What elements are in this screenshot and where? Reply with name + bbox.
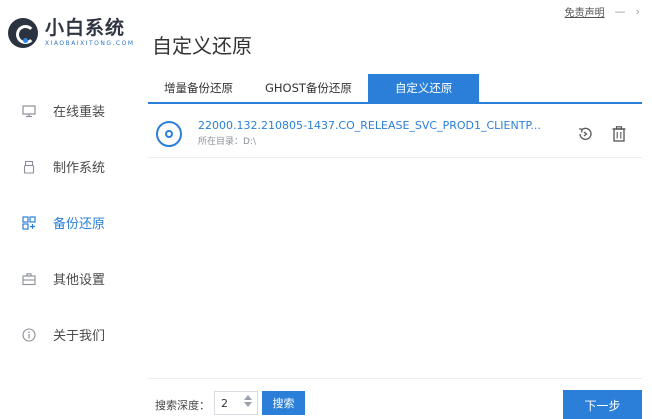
minimize-button[interactable]: — (615, 5, 626, 18)
sidebar-item-online-reinstall[interactable]: 在线重装 (0, 82, 146, 138)
sidebar-item-label: 备份还原 (53, 216, 106, 232)
trash-icon[interactable] (610, 125, 628, 143)
stepper-up-icon[interactable] (244, 395, 252, 400)
search-depth-label: 搜索深度： (155, 399, 210, 412)
tab-ghost-restore[interactable]: GHOST备份还原 (249, 74, 368, 102)
sidebar-nav: 在线重装 制作系统 备份还原 其他设置 关于我们 (0, 82, 146, 362)
next-step-button[interactable]: 下一步 (563, 390, 642, 419)
page-title: 自定义还原 (152, 34, 252, 58)
sidebar-item-label: 制作系统 (53, 160, 106, 176)
sidebar-item-about-us[interactable]: 关于我们 (0, 306, 146, 362)
search-button[interactable]: 搜索 (262, 391, 305, 415)
bottom-bar: 搜索深度： 搜索 下一步 (148, 378, 642, 419)
sidebar: 小白系统 XIAOBAIXITONG.COM 在线重装 制作系统 备份还原 其他… (0, 0, 146, 419)
sidebar-item-label: 关于我们 (53, 328, 106, 344)
info-icon (22, 327, 36, 342)
disclaimer-link[interactable]: 免责声明 (565, 4, 605, 19)
monitor-icon (22, 103, 36, 118)
sidebar-item-make-system[interactable]: 制作系统 (0, 138, 146, 194)
disc-icon (156, 120, 182, 147)
sidebar-item-label: 在线重装 (53, 104, 106, 120)
stepper-down-icon[interactable] (244, 402, 252, 407)
backup-grid-icon (22, 215, 36, 230)
sidebar-item-label: 其他设置 (53, 272, 106, 288)
close-button[interactable]: › (636, 5, 640, 18)
file-directory: 所在目录：D:\ (198, 137, 256, 147)
sidebar-item-other-settings[interactable]: 其他设置 (0, 250, 146, 306)
tab-custom-restore[interactable]: 自定义还原 (367, 74, 480, 102)
briefcase-icon (22, 271, 36, 286)
logo: 小白系统 XIAOBAIXITONG.COM (8, 18, 135, 48)
sidebar-item-backup-restore[interactable]: 备份还原 (0, 194, 146, 250)
search-depth-stepper[interactable] (242, 393, 254, 413)
usb-icon (22, 159, 36, 174)
logo-name: 小白系统 (45, 17, 126, 39)
restore-tabs: 增量备份还原 GHOST备份还原 自定义还原 (148, 74, 642, 104)
logo-domain: XIAOBAIXITONG.COM (45, 40, 135, 47)
list-item[interactable]: 22000.132.210805-1437.CO_RELEASE_SVC_PRO… (148, 110, 642, 158)
logo-mark-icon (8, 18, 38, 48)
restore-icon[interactable] (576, 125, 594, 143)
tab-incremental-restore[interactable]: 增量备份还原 (148, 74, 249, 102)
window-controls: 免责声明 — › (565, 4, 640, 19)
file-name: 22000.132.210805-1437.CO_RELEASE_SVC_PRO… (198, 119, 541, 132)
